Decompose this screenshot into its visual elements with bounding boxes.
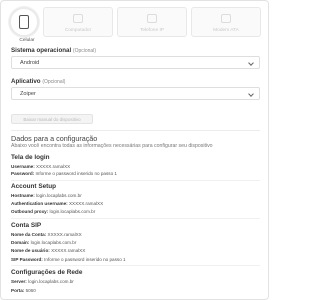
login-username-key: Username:	[11, 164, 35, 169]
account-setup-title: Account Setup	[11, 183, 57, 190]
config-subtitle: Abaixo você encontra todas as informaçõe…	[11, 143, 213, 149]
auth-username-row: Authentication username: XXXXX.ramalXX	[11, 201, 103, 206]
os-label: Sistema operacional (Opcional)	[11, 47, 96, 54]
outbound-proxy-value: login.locaplabs.com.br	[49, 209, 96, 214]
sip-password-key: SIP Password:	[11, 257, 43, 262]
outbound-proxy-row: Outbound proxy: login.locaplabs.com.br	[11, 209, 95, 214]
sip-password-value: Informe o password inserido no passo 1	[44, 257, 126, 262]
sip-user-row: Nome de usuário: XXXXX.ramalXX	[11, 248, 85, 253]
app-select-value: Zoiper	[20, 90, 36, 97]
hostname-key: Hostname:	[11, 193, 35, 198]
hostname-value: login.locaplabs.com.br	[36, 193, 82, 198]
app-optional-text: (Opcional)	[42, 79, 66, 85]
sip-user-value: XXXXX.ramalXX	[51, 248, 86, 253]
login-password-value: Informe o password inserido no passo 1	[35, 171, 117, 176]
login-screen-title: Tela de login	[11, 154, 50, 161]
network-server-key: Server:	[11, 279, 27, 284]
section-divider	[11, 218, 260, 219]
setup-panel: Computador Telefone IP Modem ATA Celular…	[0, 0, 269, 300]
sip-password-row: SIP Password: Informe o password inserid…	[11, 257, 126, 262]
modem-icon	[221, 14, 231, 23]
device-tab-telefone-ip[interactable]: Telefone IP	[117, 7, 187, 37]
os-select-value: Android	[20, 59, 40, 66]
device-type-selector: Computador Telefone IP Modem ATA	[9, 7, 261, 37]
login-password-key: Password:	[11, 171, 35, 176]
chevron-down-icon	[248, 91, 254, 97]
outbound-proxy-key: Outbound proxy:	[11, 209, 49, 214]
device-tab-celular[interactable]	[9, 7, 39, 37]
os-label-text: Sistema operacional	[11, 47, 72, 54]
device-tab-label: Modem ATA	[213, 28, 239, 33]
chevron-down-icon	[248, 60, 254, 66]
device-tab-modem-ata[interactable]: Modem ATA	[191, 7, 261, 37]
device-tab-label: Telefone IP	[139, 28, 164, 33]
network-port-row: Porta: 5060	[11, 288, 36, 293]
login-username-row: Username: XXXXX.ramalXX	[11, 164, 70, 169]
network-port-key: Porta:	[11, 288, 25, 293]
sip-name-row: Nome da Conta: XXXXX.ramalXX	[11, 232, 82, 237]
smartphone-icon	[19, 15, 29, 29]
computer-icon	[73, 14, 83, 23]
device-tab-label: Computador	[64, 28, 92, 33]
config-title: Dados para a configuração	[11, 134, 98, 143]
section-divider	[11, 265, 260, 266]
network-server-value: login.locaplabs.com.br	[28, 279, 74, 284]
sip-user-key: Nome de usuário:	[11, 248, 50, 253]
network-config-title: Configurações de Rede	[11, 269, 83, 276]
auth-username-value: XXXXX.ramalXX	[68, 201, 104, 206]
ip-phone-icon	[147, 14, 157, 23]
sip-name-value: XXXXX.ramalXX	[47, 232, 82, 237]
device-tab-computador[interactable]: Computador	[43, 7, 113, 37]
sip-domain-row: Domain: login.locaplabs.com.br	[11, 240, 76, 245]
section-divider	[11, 130, 260, 131]
app-label: Aplicativo (Opcional)	[11, 78, 65, 85]
network-server-row: Server: login.locaplabs.com.br	[11, 279, 74, 284]
login-password-row: Password: Informe o password inserido no…	[11, 171, 117, 176]
app-label-text: Aplicativo	[11, 78, 41, 85]
sip-account-title: Conta SIP	[11, 222, 42, 229]
auth-username-key: Authentication username:	[11, 201, 68, 206]
sip-domain-value: login.locaplabs.com.br	[30, 240, 77, 245]
download-manual-button[interactable]: Baixar manual do dispositivo	[11, 114, 93, 124]
login-username-value: XXXXX.ramalXX	[36, 164, 71, 169]
selected-device-label: Celular	[19, 38, 35, 43]
sip-domain-key: Domain:	[11, 240, 30, 245]
section-divider	[11, 180, 260, 181]
os-optional-text: (Opcional)	[72, 48, 96, 54]
hostname-row: Hostname: login.locaplabs.com.br	[11, 193, 82, 198]
network-port-value: 5060	[25, 288, 36, 293]
app-select[interactable]: Zoiper	[11, 87, 260, 100]
os-select[interactable]: Android	[11, 56, 260, 69]
sip-name-key: Nome da Conta:	[11, 232, 47, 237]
